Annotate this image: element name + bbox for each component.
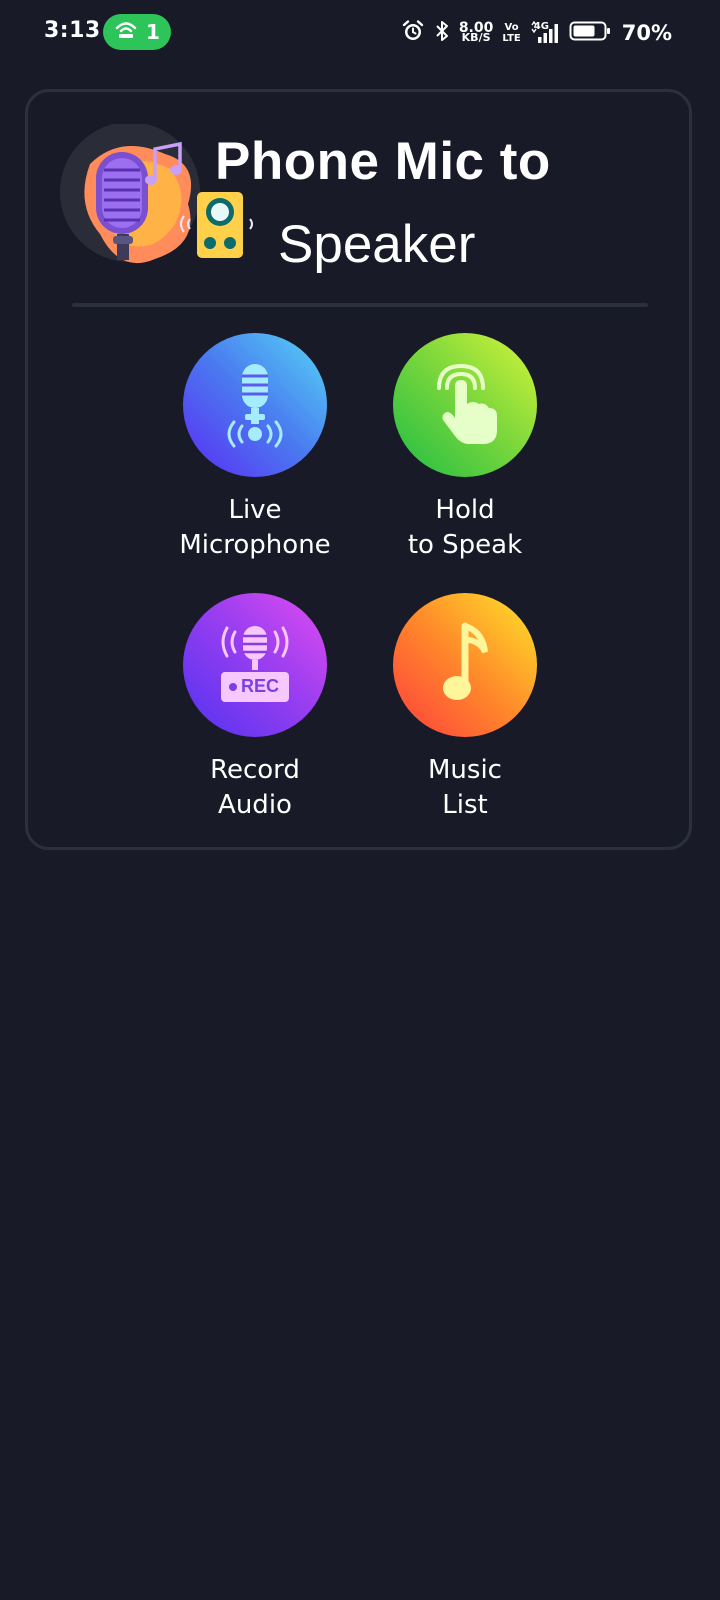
live-microphone-circle[interactable]	[183, 333, 327, 477]
volte-top: Vo	[504, 22, 519, 33]
app-title-line1: Phone Mic to	[215, 132, 551, 191]
microphone-icon	[220, 358, 290, 452]
hold-to-speak-label-line1: Hold	[435, 495, 495, 525]
music-note-icon	[435, 618, 495, 712]
record-audio-label-line1: Record	[210, 755, 300, 785]
music-list-label-line2: List	[442, 790, 488, 820]
live-microphone-label-line1: Live	[228, 495, 282, 525]
battery-icon	[569, 20, 611, 46]
music-list-label: Music List	[355, 753, 575, 823]
music-list-label-line1: Music	[428, 755, 502, 785]
hold-to-speak-circle[interactable]	[393, 333, 537, 477]
header-divider	[72, 303, 648, 307]
rec-badge-text: REC	[241, 676, 280, 696]
music-list-circle[interactable]	[393, 593, 537, 737]
tap-hand-icon	[425, 358, 505, 452]
status-time: 3:13	[44, 18, 101, 43]
record-audio-button[interactable]: REC Record Audio	[145, 593, 365, 823]
live-microphone-label-line2: Microphone	[179, 530, 331, 560]
hold-to-speak-label-line2: to Speak	[407, 530, 523, 560]
network-speed-unit: KB/S	[461, 31, 491, 44]
status-icons: 8.00 KB/S Vo LTE 4G 70%	[401, 16, 672, 50]
alarm-icon	[401, 19, 425, 47]
status-bar: 3:13 1 8.00 KB/S Vo LTE 4G 70%	[0, 0, 720, 66]
record-audio-circle[interactable]: REC	[183, 593, 327, 737]
hotspot-indicator[interactable]: 1	[103, 14, 171, 50]
rec-microphone-icon: REC	[215, 622, 295, 708]
network-speed: 8.00 KB/S	[459, 21, 494, 44]
signal-icon: 4G	[530, 21, 560, 45]
bluetooth-icon	[434, 19, 450, 47]
hotspot-icon	[114, 19, 138, 45]
volte-bottom: LTE	[502, 33, 521, 44]
live-microphone-button[interactable]: Live Microphone	[145, 333, 365, 563]
record-audio-label: Record Audio	[145, 753, 365, 823]
hold-to-speak-label: Hold to Speak	[355, 493, 575, 563]
live-microphone-label: Live Microphone	[145, 493, 365, 563]
app-title-line2: Speaker	[278, 215, 476, 274]
volte-indicator: Vo LTE	[502, 22, 520, 44]
music-list-button[interactable]: Music List	[355, 593, 575, 823]
record-audio-label-line2: Audio	[218, 790, 292, 820]
hold-to-speak-button[interactable]: Hold to Speak	[355, 333, 575, 563]
hotspot-count: 1	[146, 20, 160, 44]
battery-percent: 70%	[621, 21, 672, 45]
